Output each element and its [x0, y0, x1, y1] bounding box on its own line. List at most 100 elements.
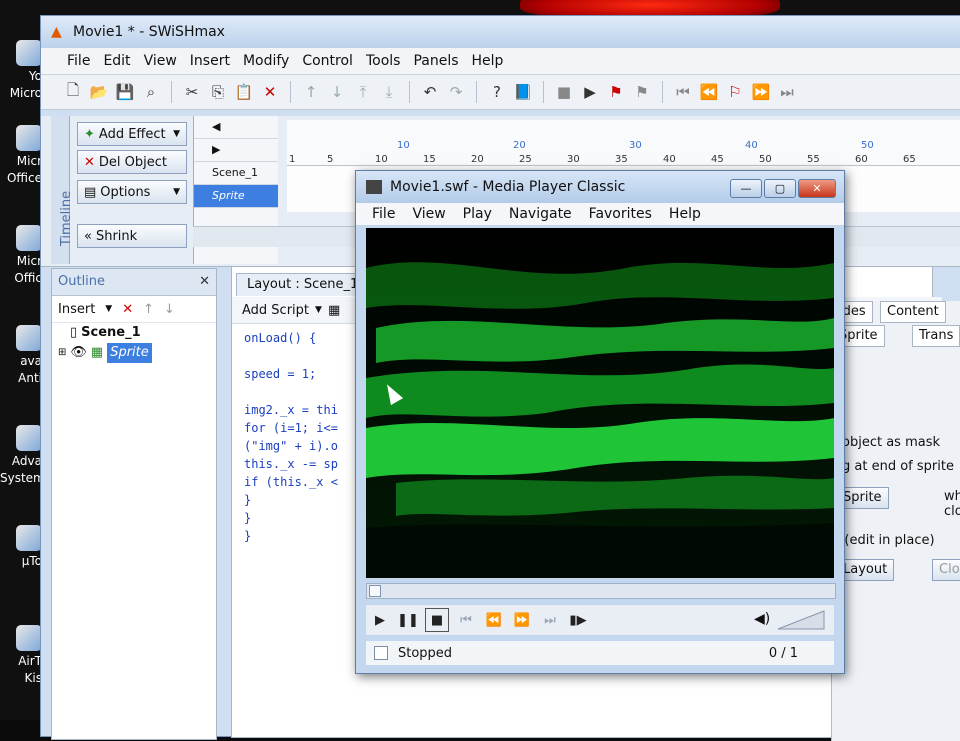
shrink-label: Shrink — [95, 228, 138, 244]
track-scene[interactable]: Scene_1 — [194, 162, 278, 185]
shrink-button[interactable]: « Shrink — [77, 224, 187, 248]
add-effect-button[interactable]: ✦ Add Effect ▼ — [77, 122, 187, 146]
move-top-icon[interactable]: ⤒ — [353, 82, 373, 102]
menu-modify[interactable]: Modify — [243, 53, 289, 69]
tree-item-scene[interactable]: ▯ Scene_1 — [52, 323, 216, 343]
new-file-icon[interactable]: 🗋 — [63, 81, 83, 102]
paste-icon[interactable]: 📋 — [234, 82, 254, 102]
delete-icon[interactable]: ✕ — [260, 82, 280, 102]
move-up-icon[interactable]: ↑ — [143, 302, 154, 317]
timeline-ruler[interactable]: 1 5 10 15 20 25 30 35 40 45 50 55 60 65 10 20 30 40 50 — [287, 120, 960, 166]
shortcut-icon — [16, 325, 42, 351]
desktop-shortcut[interactable]: Yo Micro — [0, 40, 42, 102]
maximize-icon[interactable]: ▢ — [764, 179, 796, 198]
desktop-shortcut[interactable]: Adva System — [0, 425, 45, 487]
ruler-tick-label: 5 — [327, 154, 334, 165]
menu-edit[interactable]: Edit — [103, 53, 130, 69]
player-menu-play[interactable]: Play — [463, 206, 492, 222]
seek-bar[interactable] — [366, 583, 836, 599]
redo-icon[interactable]: ↷ — [446, 82, 466, 102]
menu-tools[interactable]: Tools — [366, 53, 401, 69]
tree-item-sprite[interactable]: ⊞ 👁 ▦ Sprite — [52, 343, 216, 363]
options-button[interactable]: ▤ Options ▼ — [77, 180, 187, 204]
visibility-icon: 👁 — [70, 345, 87, 360]
ruler-time-label: 10 — [397, 140, 410, 151]
tab-content[interactable]: Content — [880, 301, 946, 323]
timeline-nav-prev[interactable]: ◀ — [194, 116, 278, 139]
save-icon[interactable]: 💾 — [115, 82, 135, 102]
seek-knob[interactable] — [369, 585, 381, 597]
menu-help[interactable]: Help — [472, 53, 504, 69]
copy-icon[interactable]: ⎘ — [208, 82, 228, 102]
last-frame-icon[interactable]: ⏭ — [777, 82, 797, 102]
menu-insert[interactable]: Insert — [190, 53, 230, 69]
menu-file[interactable]: File — [67, 53, 90, 69]
player-menu-navigate[interactable]: Navigate — [509, 206, 572, 222]
menu-control[interactable]: Control — [302, 53, 353, 69]
move-bottom-icon[interactable]: ⤓ — [379, 82, 399, 102]
fast-forward-icon[interactable]: ⏩ — [508, 607, 536, 633]
insert-button[interactable]: Insert — [58, 302, 95, 317]
video-area[interactable] — [366, 228, 834, 578]
next-frame-icon[interactable]: ⏩ — [751, 82, 771, 102]
timeline-nav-next[interactable]: ▶ — [194, 139, 278, 162]
minimize-icon[interactable]: — — [730, 179, 762, 198]
play-effect-icon[interactable]: ⚑ — [606, 82, 626, 102]
delete-icon[interactable]: ✕ — [122, 302, 133, 317]
play-icon[interactable]: ▶ — [580, 82, 600, 102]
frame-step-icon[interactable]: ▮▶ — [564, 607, 592, 633]
close-icon[interactable]: ✕ — [199, 269, 210, 295]
first-frame-icon[interactable]: ⏮ — [673, 82, 693, 102]
track-sprite[interactable]: Sprite — [194, 185, 278, 208]
menu-panels[interactable]: Panels — [413, 53, 458, 69]
script-panel-icon[interactable]: ▦ — [328, 303, 340, 318]
del-object-button[interactable]: ✕ Del Object — [77, 150, 187, 174]
pause-icon[interactable]: ❚❚ — [394, 607, 422, 633]
tab-transform[interactable]: Trans — [912, 325, 960, 347]
move-down-icon[interactable]: ↓ — [164, 302, 175, 317]
add-effect-label: Add Effect — [98, 126, 166, 142]
player-menu-help[interactable]: Help — [669, 206, 701, 222]
desktop-shortcut[interactable]: ava Anti — [0, 325, 42, 387]
help-book-icon[interactable]: 📘 — [513, 82, 533, 102]
desktop-shortcut[interactable]: Micr Offic — [0, 225, 42, 287]
rewind-icon[interactable]: ⏪ — [480, 607, 508, 633]
volume-slider[interactable] — [776, 609, 826, 631]
player-menu-file[interactable]: File — [372, 206, 395, 222]
play-frame-icon[interactable]: ⚑ — [632, 82, 652, 102]
player-menu-favorites[interactable]: Favorites — [589, 206, 652, 222]
stop-icon[interactable]: ■ — [425, 608, 449, 632]
edit-in-place-option[interactable]: d (edit in place) — [832, 533, 935, 548]
script-editor[interactable]: onLoad() { speed = 1; img2._x = thi for … — [244, 329, 338, 545]
volume-control[interactable]: ◀) — [754, 609, 826, 631]
skip-forward-icon[interactable]: ⏭ — [536, 607, 564, 633]
chevron-down-icon[interactable]: ▼ — [315, 305, 322, 315]
tab-layout-scene[interactable]: Layout : Scene_1 — [236, 273, 363, 296]
shortcut-label: Micr — [16, 154, 42, 168]
context-help-icon[interactable]: ? — [487, 82, 507, 102]
marker-icon[interactable]: ⚐ — [725, 82, 745, 102]
move-up-icon[interactable]: ↑ — [301, 82, 321, 102]
prev-frame-icon[interactable]: ⏪ — [699, 82, 719, 102]
mask-option[interactable]: object as mask — [842, 435, 940, 450]
player-menu-view[interactable]: View — [412, 206, 445, 222]
add-script-button[interactable]: Add Script — [242, 303, 309, 318]
move-down-icon[interactable]: ↓ — [327, 82, 347, 102]
desktop-shortcut[interactable]: µTo — [0, 525, 42, 570]
find-icon[interactable]: ⌕ — [141, 82, 161, 102]
close-icon[interactable]: ✕ — [798, 179, 836, 198]
play-icon[interactable]: ▶ — [366, 607, 394, 633]
menu-view[interactable]: View — [144, 53, 177, 69]
loop-option[interactable]: g at end of sprite — [842, 459, 954, 474]
undo-icon[interactable]: ↶ — [420, 82, 440, 102]
expand-icon[interactable]: ⊞ — [58, 343, 66, 363]
chevron-down-icon[interactable]: ▼ — [105, 304, 112, 314]
stop-icon[interactable]: ■ — [554, 82, 574, 102]
desktop-shortcut[interactable]: AirT Kis — [0, 625, 42, 687]
speaker-icon[interactable]: ◀) — [754, 611, 770, 627]
skip-back-icon[interactable]: ⏮ — [452, 607, 480, 633]
close-button[interactable]: Close — [932, 559, 960, 581]
cut-icon[interactable]: ✂ — [182, 82, 202, 102]
open-folder-icon[interactable]: 📂 — [89, 82, 109, 102]
desktop-shortcut[interactable]: Micr Office — [0, 125, 42, 187]
